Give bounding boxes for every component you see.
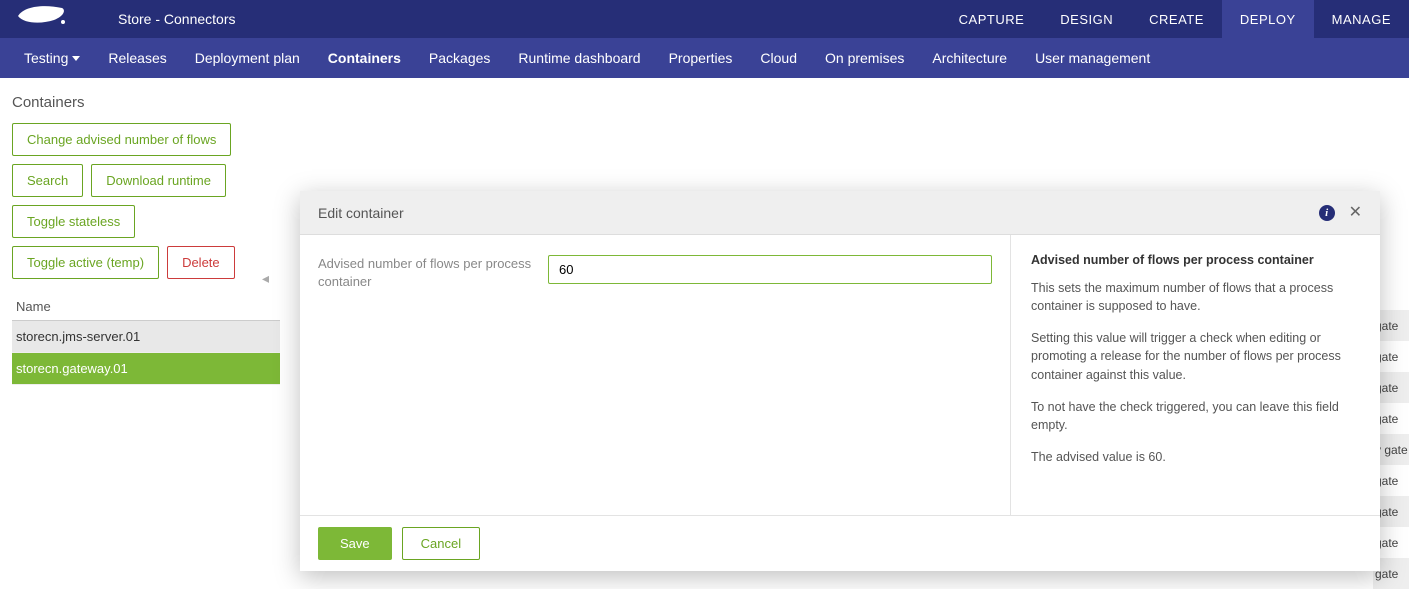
close-icon[interactable]: ✕	[1349, 205, 1362, 221]
help-text: The advised value is 60.	[1031, 448, 1360, 466]
subnav-user-management[interactable]: User management	[1021, 38, 1164, 78]
toggle-stateless-button[interactable]: Toggle stateless	[12, 205, 135, 238]
subnav-containers[interactable]: Containers	[314, 38, 415, 78]
subnav-testing[interactable]: Testing	[10, 38, 94, 78]
help-text: Setting this value will trigger a check …	[1031, 329, 1360, 383]
left-panel: Containers Change advised number of flow…	[0, 78, 290, 385]
subnav-releases[interactable]: Releases	[94, 38, 180, 78]
subnav-runtime-dashboard[interactable]: Runtime dashboard	[504, 38, 654, 78]
dialog-body: Advised number of flows per process cont…	[300, 235, 1380, 515]
nav-create[interactable]: CREATE	[1131, 0, 1222, 38]
subnav-properties[interactable]: Properties	[655, 38, 747, 78]
help-text: To not have the check triggered, you can…	[1031, 398, 1360, 434]
left-panel-title: Containers	[12, 94, 280, 111]
form-area: Advised number of flows per process cont…	[300, 235, 1010, 515]
subnav-cloud[interactable]: Cloud	[746, 38, 811, 78]
collapse-left-icon[interactable]: ◂	[262, 270, 269, 287]
nav-deploy[interactable]: DEPLOY	[1222, 0, 1314, 38]
help-heading: Advised number of flows per process cont…	[1031, 253, 1360, 267]
logo	[0, 0, 84, 38]
subnav-label: Testing	[24, 50, 68, 66]
subnav-packages[interactable]: Packages	[415, 38, 504, 78]
search-button[interactable]: Search	[12, 164, 83, 197]
help-panel: Advised number of flows per process cont…	[1010, 235, 1380, 515]
change-advised-flows-button[interactable]: Change advised number of flows	[12, 123, 231, 156]
logo-icon	[14, 2, 70, 32]
download-runtime-button[interactable]: Download runtime	[91, 164, 226, 197]
help-text: This sets the maximum number of flows th…	[1031, 279, 1360, 315]
main: Containers Change advised number of flow…	[0, 78, 1409, 385]
save-button[interactable]: Save	[318, 527, 392, 560]
app-title: Store - Connectors	[118, 11, 236, 27]
top-nav: CAPTURE DESIGN CREATE DEPLOY MANAGE	[941, 0, 1409, 38]
sub-nav: Testing Releases Deployment plan Contain…	[0, 38, 1409, 78]
subnav-architecture[interactable]: Architecture	[918, 38, 1021, 78]
info-icon[interactable]: i	[1319, 205, 1335, 221]
subnav-on-premises[interactable]: On premises	[811, 38, 918, 78]
caret-down-icon	[72, 56, 80, 61]
toggle-active-button[interactable]: Toggle active (temp)	[12, 246, 159, 279]
table-row[interactable]: storecn.gateway.01	[12, 353, 280, 385]
subnav-deployment-plan[interactable]: Deployment plan	[181, 38, 314, 78]
advised-flows-input[interactable]	[548, 255, 992, 284]
dialog-header: Edit container i ✕	[300, 191, 1380, 235]
cancel-button[interactable]: Cancel	[402, 527, 480, 560]
dialog-title: Edit container	[318, 205, 404, 221]
table-row[interactable]: storecn.jms-server.01	[12, 321, 280, 353]
top-bar: Store - Connectors CAPTURE DESIGN CREATE…	[0, 0, 1409, 38]
table-header-name: Name	[12, 293, 280, 321]
field-label: Advised number of flows per process cont…	[318, 255, 548, 495]
nav-design[interactable]: DESIGN	[1042, 0, 1131, 38]
nav-manage[interactable]: MANAGE	[1314, 0, 1409, 38]
nav-capture[interactable]: CAPTURE	[941, 0, 1043, 38]
delete-button[interactable]: Delete	[167, 246, 235, 279]
edit-container-dialog: Edit container i ✕ Advised number of flo…	[300, 191, 1380, 571]
dialog-footer: Save Cancel	[300, 515, 1380, 571]
